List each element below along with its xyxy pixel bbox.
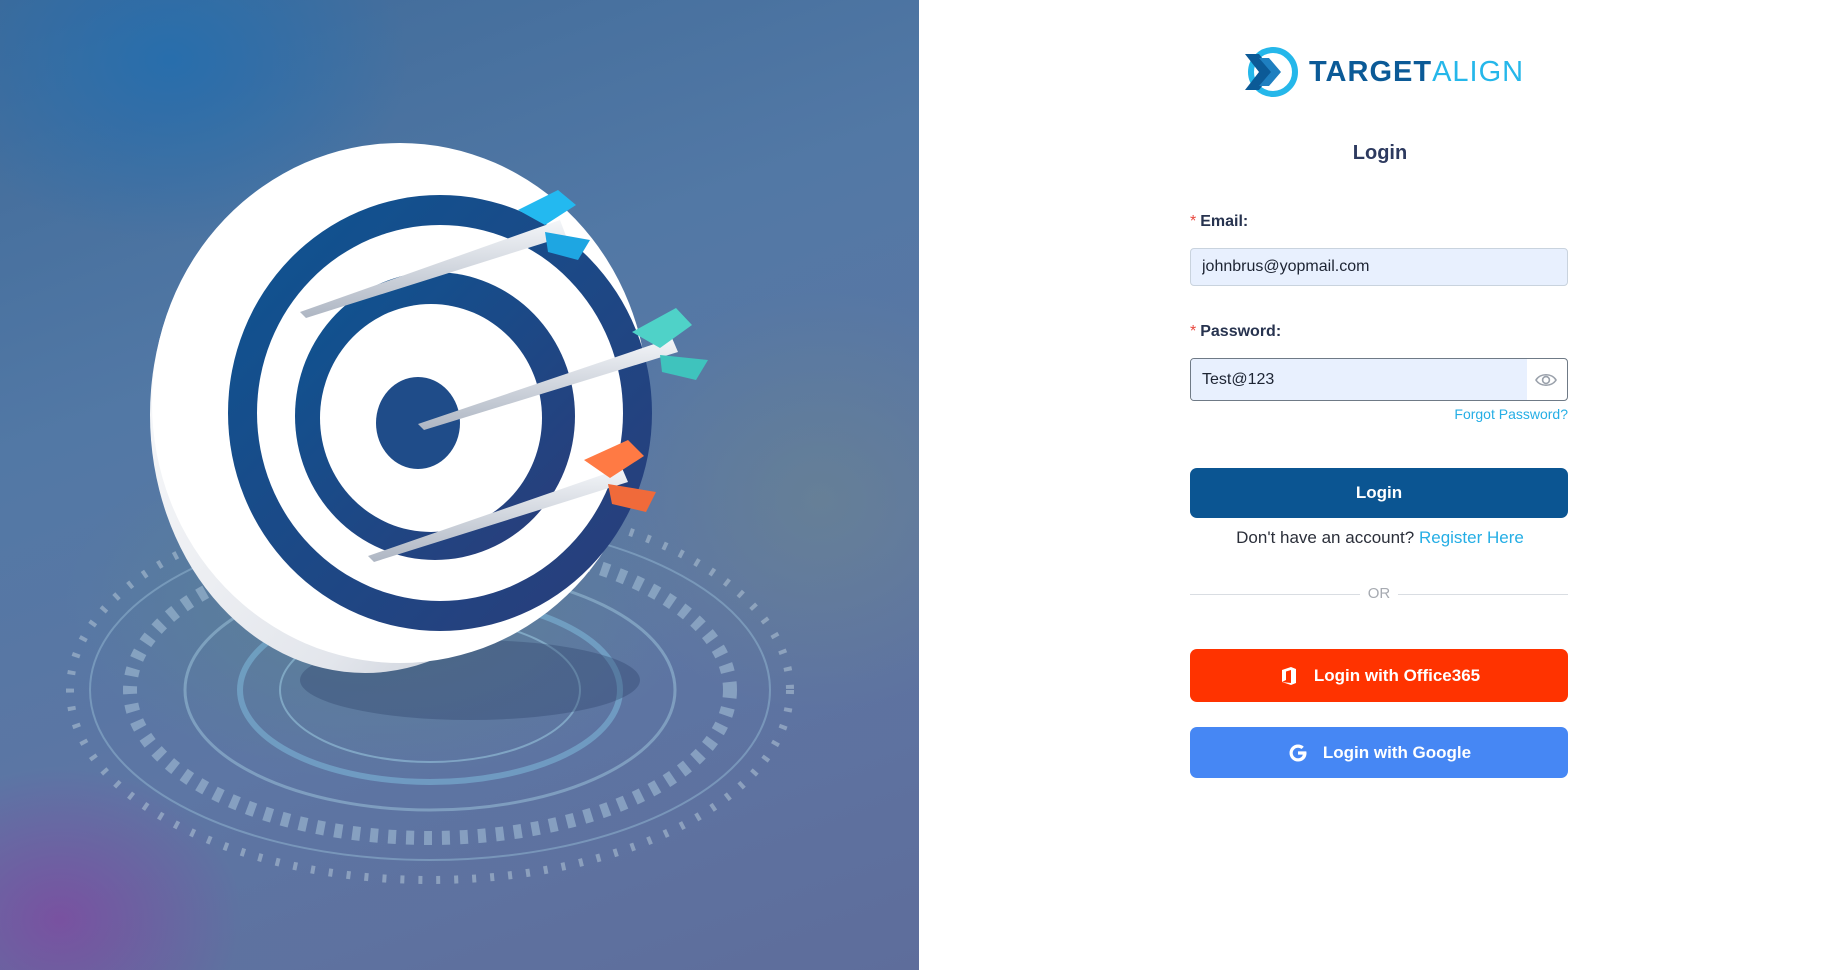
forgot-password-link[interactable]: Forgot Password? (1450, 406, 1568, 422)
login-panel: TARGETALIGN Login *Email: *Password: For… (919, 0, 1841, 970)
office365-button-label: Login with Office365 (1313, 665, 1481, 685)
office365-login-button[interactable]: Login with Office365 (1190, 649, 1568, 702)
brand-name-part1: TARGET (1309, 55, 1433, 88)
login-button[interactable]: Login (1190, 468, 1568, 518)
eye-icon[interactable] (1535, 371, 1557, 389)
target-with-arrows-illustration (66, 143, 794, 884)
register-link[interactable]: Register Here (1419, 528, 1524, 547)
brand-name: TARGET ALIGN (1309, 56, 1524, 89)
targetalign-chevron-logo-icon (1245, 47, 1298, 97)
office365-icon (1281, 666, 1296, 685)
register-prompt-text: Don't have an account? (1236, 528, 1415, 547)
password-label: * Password: (1190, 323, 1281, 341)
email-field-container (1190, 248, 1568, 286)
divider-line-right (1398, 594, 1568, 595)
google-login-button[interactable]: Login with Google (1190, 727, 1568, 778)
password-field-container (1190, 358, 1568, 401)
hero-illustration-panel (0, 0, 919, 970)
email-label: * Email: (1190, 213, 1248, 231)
required-marker: * (1190, 213, 1197, 230)
google-button-label: Login with Google (1322, 742, 1472, 762)
page-title: Login (1352, 142, 1408, 164)
brand-name-part2: ALIGN (1432, 55, 1525, 88)
google-icon (1289, 744, 1307, 761)
register-prompt: Don't have an account? Register Here (919, 528, 1841, 548)
password-field[interactable] (1191, 359, 1527, 400)
brand-logo: TARGET ALIGN (1243, 44, 1533, 100)
email-field[interactable] (1191, 249, 1567, 285)
email-label-text: Email: (1200, 213, 1249, 230)
or-divider: OR (1190, 585, 1568, 603)
password-label-text: Password: (1200, 323, 1282, 340)
bullseye (376, 377, 460, 469)
required-marker: * (1190, 323, 1197, 340)
